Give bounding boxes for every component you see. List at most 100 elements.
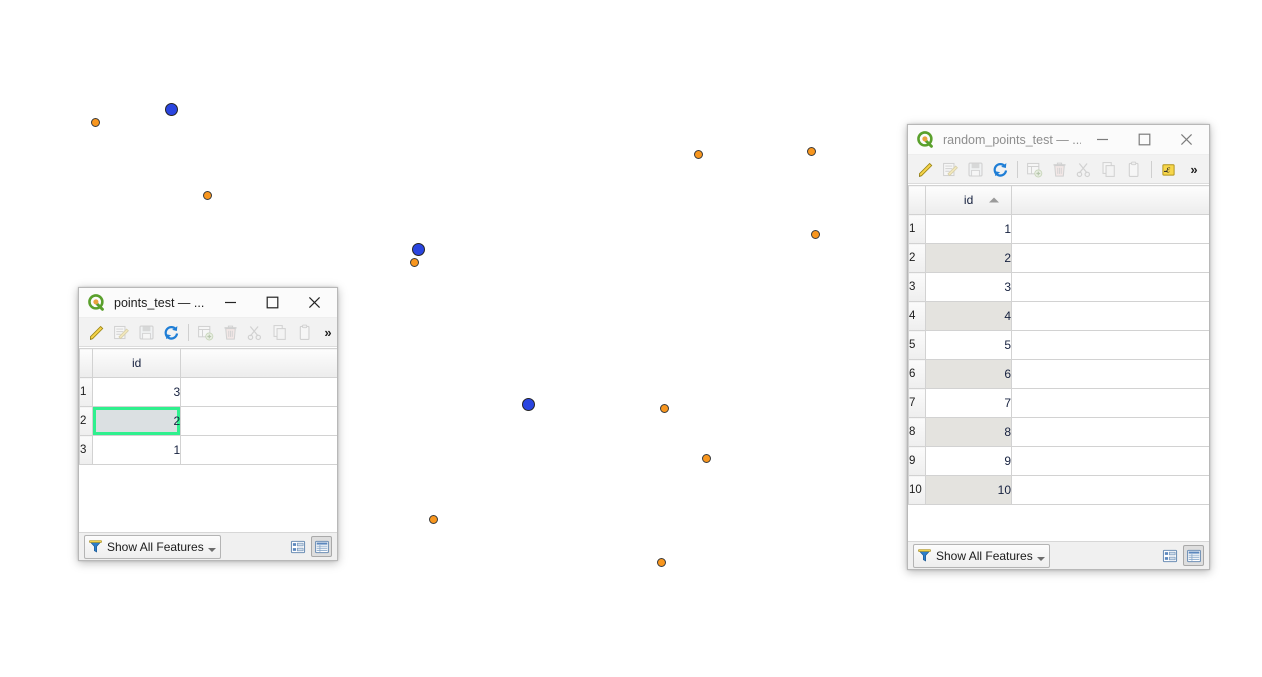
reload-icon[interactable] xyxy=(991,160,1010,179)
row-number[interactable]: 7 xyxy=(908,388,927,418)
cell-id[interactable]: 2 xyxy=(92,406,182,436)
table-row[interactable]: 44 xyxy=(908,301,1209,331)
point-blue-2[interactable] xyxy=(411,242,425,256)
point-orange-4[interactable] xyxy=(806,146,816,156)
table-row[interactable]: 11 xyxy=(908,214,1209,244)
table-row[interactable]: 66 xyxy=(908,359,1209,389)
view-mode-buttons xyxy=(287,536,332,557)
cell-id[interactable]: 5 xyxy=(925,330,1012,360)
table-row[interactable]: 88 xyxy=(908,417,1209,447)
row-number[interactable]: 2 xyxy=(908,243,927,273)
table-row[interactable]: 33 xyxy=(908,272,1209,302)
form-view-button[interactable] xyxy=(287,536,308,557)
table-row[interactable]: 77 xyxy=(908,388,1209,418)
show-all-features-button[interactable]: Show All Features xyxy=(84,534,221,559)
attribute-table-window-points_test[interactable]: points_test — ...» id 1 3 2 2 3 1 Show All Featu… xyxy=(78,287,338,561)
cell-id[interactable]: 1 xyxy=(92,435,182,465)
cell-id[interactable]: 7 xyxy=(925,388,1012,418)
table-corner-header[interactable] xyxy=(908,185,927,215)
attribute-table-toolbar: ε» xyxy=(908,155,1209,184)
row-number[interactable]: 10 xyxy=(908,475,927,505)
toolbar-button-toggle-editing[interactable] xyxy=(913,157,938,181)
toolbar-button-toggle-editing[interactable] xyxy=(84,320,109,344)
qgis-map-canvas[interactable]: points_test — ...» id 1 3 2 2 3 1 Show All Featu… xyxy=(0,0,1262,677)
row-number[interactable]: 5 xyxy=(908,330,927,360)
table-view-button[interactable] xyxy=(1183,545,1204,566)
point-orange-6[interactable] xyxy=(409,257,419,267)
cell-id[interactable]: 8 xyxy=(925,417,1012,447)
minimize-icon xyxy=(224,301,236,304)
attribute-table-grid[interactable]: id 1 3 2 2 3 1 xyxy=(79,347,337,532)
cell-id[interactable]: 6 xyxy=(925,359,1012,389)
point-orange-3[interactable] xyxy=(693,149,703,159)
table-row[interactable]: 55 xyxy=(908,330,1209,360)
reload-icon[interactable] xyxy=(162,323,181,342)
minimize-button[interactable] xyxy=(209,289,251,316)
form-view-icon xyxy=(290,540,305,553)
point-orange-7[interactable] xyxy=(659,403,669,413)
toolbar-button-save-edits xyxy=(963,157,988,181)
row-number[interactable]: 9 xyxy=(908,446,927,476)
point-blue-3[interactable] xyxy=(521,397,535,411)
form-view-button[interactable] xyxy=(1159,545,1180,566)
table-view-button[interactable] xyxy=(311,536,332,557)
attribute-table-statusbar: Show All Features xyxy=(908,541,1209,569)
row-number[interactable]: 4 xyxy=(908,301,927,331)
column-header-id[interactable]: id xyxy=(92,348,182,378)
table-row[interactable]: 10 10 xyxy=(908,475,1209,505)
add-feature-icon xyxy=(1027,162,1043,177)
delete-feature-icon xyxy=(1053,162,1066,177)
window-titlebar[interactable]: random_points_test — ... xyxy=(908,125,1209,155)
cell-id[interactable]: 3 xyxy=(925,272,1012,302)
table-corner-header[interactable] xyxy=(79,348,94,378)
row-number[interactable]: 1 xyxy=(908,214,927,244)
show-all-features-button[interactable]: Show All Features xyxy=(913,543,1050,568)
cell-id[interactable]: 2 xyxy=(925,243,1012,273)
row-number[interactable]: 3 xyxy=(79,435,94,465)
row-number[interactable]: 8 xyxy=(908,417,927,447)
close-button[interactable] xyxy=(1165,126,1207,153)
cell-id[interactable]: 9 xyxy=(925,446,1012,476)
toolbar-button-delete-feature xyxy=(218,320,243,344)
toolbar-button-reload[interactable] xyxy=(159,320,184,344)
minimize-button[interactable] xyxy=(1081,126,1123,153)
table-row[interactable]: 13 xyxy=(79,377,337,407)
point-orange-1[interactable] xyxy=(90,117,100,127)
cell-id[interactable]: 4 xyxy=(925,301,1012,331)
maximize-button[interactable] xyxy=(251,289,293,316)
window-titlebar[interactable]: points_test — ... xyxy=(79,288,337,318)
window-controls xyxy=(1081,126,1207,153)
field-calculator-icon[interactable]: ε xyxy=(1159,160,1178,179)
toolbar-overflow-button[interactable]: » xyxy=(1184,157,1204,181)
toggle-editing-icon[interactable] xyxy=(87,323,106,342)
close-button[interactable] xyxy=(293,289,335,316)
row-filler xyxy=(1011,301,1209,331)
row-number[interactable]: 2 xyxy=(79,406,94,436)
row-number[interactable]: 6 xyxy=(908,359,927,389)
cell-id[interactable]: 3 xyxy=(92,377,182,407)
row-number[interactable]: 1 xyxy=(79,377,94,407)
cell-id[interactable]: 10 xyxy=(925,475,1012,505)
point-orange-10[interactable] xyxy=(656,557,666,567)
attribute-table-grid[interactable]: id 1 1 2 2 3 3 4 4 5 5 6 6 7 7 8 8 9 9 10 10 xyxy=(908,184,1209,541)
table-row[interactable]: 22 xyxy=(908,243,1209,273)
point-orange-5[interactable] xyxy=(810,229,820,239)
toolbar-overflow-button[interactable]: » xyxy=(318,320,338,344)
maximize-button[interactable] xyxy=(1123,126,1165,153)
point-orange-2[interactable] xyxy=(202,190,212,200)
toolbar-button-field-calculator[interactable]: ε xyxy=(1156,157,1181,181)
toggle-editing-icon[interactable] xyxy=(916,160,935,179)
attribute-table-window-random_points_test[interactable]: random_points_test — ... ε» id 1 1 2 2 3 3 4 4 5 5 6 6… xyxy=(907,124,1210,570)
toolbar-button-cut xyxy=(1072,157,1097,181)
table-row[interactable]: 22 xyxy=(79,406,337,436)
column-header-id[interactable]: id xyxy=(925,185,1012,215)
table-row[interactable]: 31 xyxy=(79,435,337,465)
toolbar-button-edit-table xyxy=(938,157,963,181)
cell-id[interactable]: 1 xyxy=(925,214,1012,244)
toolbar-button-reload[interactable] xyxy=(988,157,1013,181)
point-blue-1[interactable] xyxy=(164,102,178,116)
table-row[interactable]: 99 xyxy=(908,446,1209,476)
point-orange-9[interactable] xyxy=(428,514,438,524)
point-orange-8[interactable] xyxy=(701,453,711,463)
row-number[interactable]: 3 xyxy=(908,272,927,302)
